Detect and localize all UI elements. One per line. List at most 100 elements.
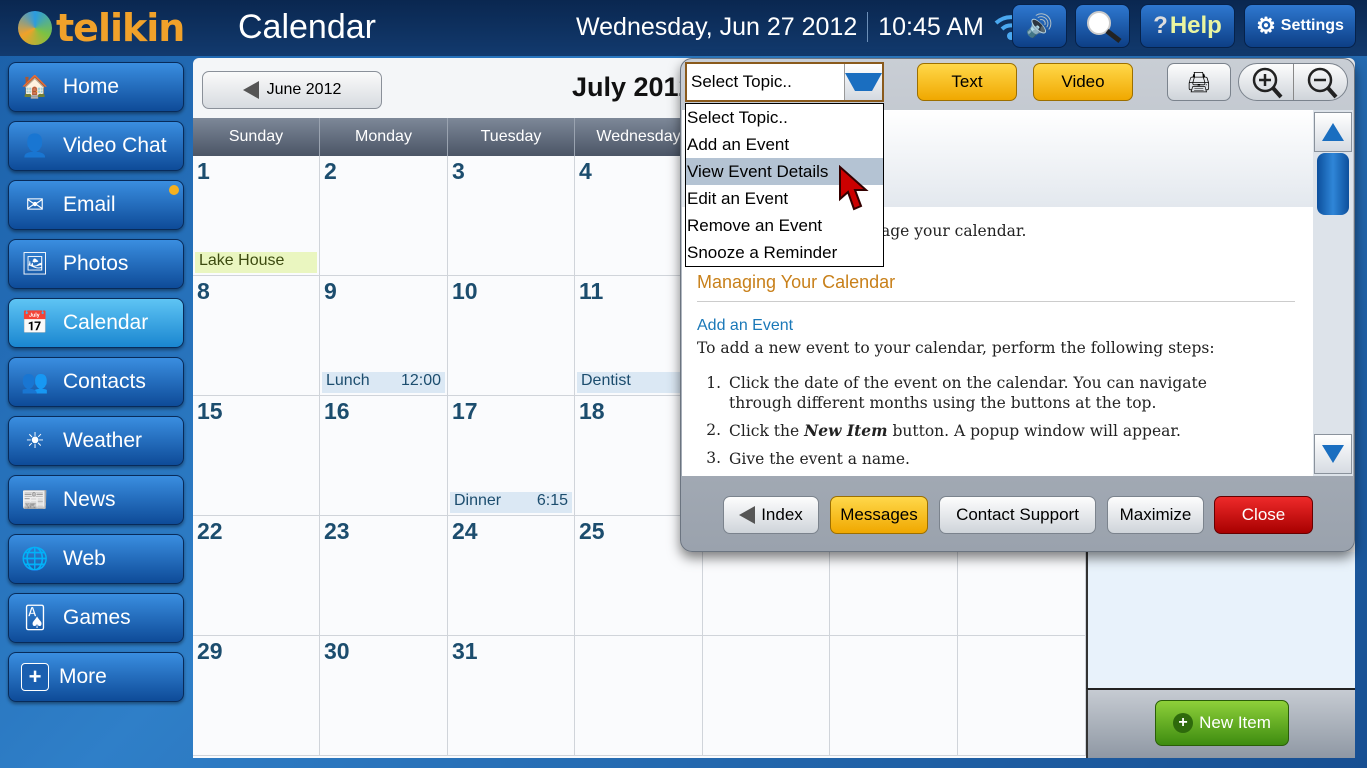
day-cell[interactable]: 31 <box>448 636 575 756</box>
day-number: 23 <box>324 518 350 544</box>
day-cell[interactable]: 9 Lunch 12:00 <box>320 276 448 396</box>
day-cell[interactable]: 29 <box>193 636 320 756</box>
index-label: Index <box>761 505 803 524</box>
sidebar-item-more[interactable]: + More <box>8 652 184 702</box>
volume-button[interactable]: 🔊 <box>1012 4 1067 48</box>
day-cell[interactable]: 2 <box>320 156 448 276</box>
current-date: Wednesday, Jun 27 2012 <box>576 12 858 41</box>
settings-button[interactable]: ⚙ Settings <box>1244 4 1356 48</box>
topic-option[interactable]: Add an Event <box>686 131 883 158</box>
dropdown-toggle[interactable] <box>844 64 882 100</box>
step-item: 1. Click the date of the event on the cal… <box>697 374 1267 413</box>
topic-option[interactable]: Select Topic.. <box>686 104 883 131</box>
scroll-down-button[interactable] <box>1314 434 1352 474</box>
day-number: 18 <box>579 398 605 424</box>
topic-select[interactable]: Select Topic.. <box>685 62 884 102</box>
logo-text: telikin <box>56 6 185 50</box>
contacts-icon: 👥 <box>21 369 49 394</box>
zoom-out-icon[interactable] <box>1294 65 1346 99</box>
games-icon: 🂡 <box>23 605 47 630</box>
zoom-in-icon[interactable] <box>1241 65 1293 99</box>
day-cell[interactable]: 17 Dinner 6:15 <box>448 396 575 516</box>
sidebar-item-email[interactable]: ✉ Email <box>8 180 184 230</box>
app-title: Calendar <box>238 8 376 46</box>
day-cell[interactable]: 16 <box>320 396 448 516</box>
weekday-header: Monday <box>320 118 448 156</box>
sidebar-item-calendar[interactable]: 📅 Calendar <box>8 298 184 348</box>
new-item-button[interactable]: + New Item <box>1155 700 1289 746</box>
settings-label: Settings <box>1280 17 1344 34</box>
calendar-event[interactable]: Lunch 12:00 <box>322 372 445 393</box>
day-number: 29 <box>197 638 223 664</box>
day-number: 11 <box>579 278 604 304</box>
step-item: 2. Click the New Item button. A popup win… <box>697 421 1267 441</box>
day-number: 2 <box>324 158 337 184</box>
day-cell[interactable]: 1 Lake House <box>193 156 320 276</box>
sidebar-item-video-chat[interactable]: 👤 Video Chat <box>8 121 184 171</box>
day-number: 15 <box>197 398 223 424</box>
topic-option[interactable]: Remove an Event <box>686 212 883 239</box>
index-button[interactable]: Index <box>723 496 819 534</box>
weekday-header: Sunday <box>193 118 320 156</box>
day-cell[interactable]: 15 <box>193 396 320 516</box>
event-title: Lake House <box>199 252 285 269</box>
sidebar-item-web[interactable]: 🌐 Web <box>8 534 184 584</box>
previous-month-button[interactable]: June 2012 <box>202 71 382 109</box>
day-cell[interactable]: 10 <box>448 276 575 396</box>
scroll-up-button[interactable] <box>1314 112 1352 152</box>
help-button[interactable]: ? Help <box>1140 4 1235 48</box>
maximize-button[interactable]: Maximize <box>1107 496 1204 534</box>
zoom-controls <box>1238 63 1348 101</box>
search-button[interactable] <box>1075 4 1130 48</box>
day-cell[interactable]: 22 <box>193 516 320 636</box>
sidebar-item-home[interactable]: 🏠 Home <box>8 62 184 112</box>
scroll-thumb[interactable] <box>1317 153 1349 215</box>
day-cell[interactable] <box>575 636 703 756</box>
day-cell[interactable]: 30 <box>320 636 448 756</box>
messages-button[interactable]: Messages <box>830 496 928 534</box>
day-number: 3 <box>452 158 465 184</box>
text-button[interactable]: Text <box>917 63 1017 101</box>
sidebar-item-label: Calendar <box>63 311 149 334</box>
help-scrollbar[interactable] <box>1313 110 1353 476</box>
day-cell[interactable]: 23 <box>320 516 448 636</box>
sidebar-item-label: Photos <box>63 252 129 275</box>
day-cell[interactable]: 8 <box>193 276 320 396</box>
day-number: 30 <box>324 638 350 664</box>
sidebar-item-photos[interactable]: 🖼 Photos <box>8 239 184 289</box>
steps-list: 1. Click the date of the event on the cal… <box>697 374 1267 474</box>
topic-select-value: Select Topic.. <box>691 72 792 91</box>
calendar-event[interactable]: Dinner 6:15 <box>450 492 572 513</box>
day-number: 1 <box>197 158 210 184</box>
chevron-down-icon <box>845 73 882 91</box>
step-text-part: Click the date of the event on the calen… <box>729 374 1207 412</box>
video-chat-icon: 👤 <box>21 133 49 158</box>
video-button[interactable]: Video <box>1033 63 1133 101</box>
sidebar-item-contacts[interactable]: 👥 Contacts <box>8 357 184 407</box>
day-cell[interactable] <box>830 636 958 756</box>
day-number: 4 <box>579 158 592 184</box>
day-cell[interactable]: 24 <box>448 516 575 636</box>
day-cell[interactable]: 3 <box>448 156 575 276</box>
sidebar-item-games[interactable]: 🂡 Games <box>8 593 184 643</box>
close-button[interactable]: Close <box>1214 496 1313 534</box>
calendar-icon: 📅 <box>21 310 49 335</box>
step-text: Click the date of the event on the calen… <box>729 374 1267 413</box>
sidebar-item-weather[interactable]: ☀ Weather <box>8 416 184 466</box>
topic-option[interactable]: Snooze a Reminder <box>686 239 883 266</box>
step-text-part: Click the <box>729 422 805 440</box>
month-title: July 2012 <box>572 72 694 102</box>
sidebar-item-label: Contacts <box>63 370 146 393</box>
day-number: 16 <box>324 398 350 424</box>
date-time: Wednesday, Jun 27 2012 10:45 AM <box>576 12 1028 42</box>
notification-badge <box>169 185 179 195</box>
print-button[interactable]: 🖨 <box>1167 63 1231 101</box>
help-label: Help <box>1169 12 1222 39</box>
calendar-event[interactable]: Lake House <box>195 252 317 273</box>
day-cell[interactable] <box>703 636 830 756</box>
contact-support-button[interactable]: Contact Support <box>939 496 1096 534</box>
sidebar-item-label: Weather <box>63 429 142 452</box>
day-cell[interactable] <box>958 636 1086 756</box>
sidebar-item-news[interactable]: 📰 News <box>8 475 184 525</box>
sidebar-item-label: Games <box>63 606 131 629</box>
